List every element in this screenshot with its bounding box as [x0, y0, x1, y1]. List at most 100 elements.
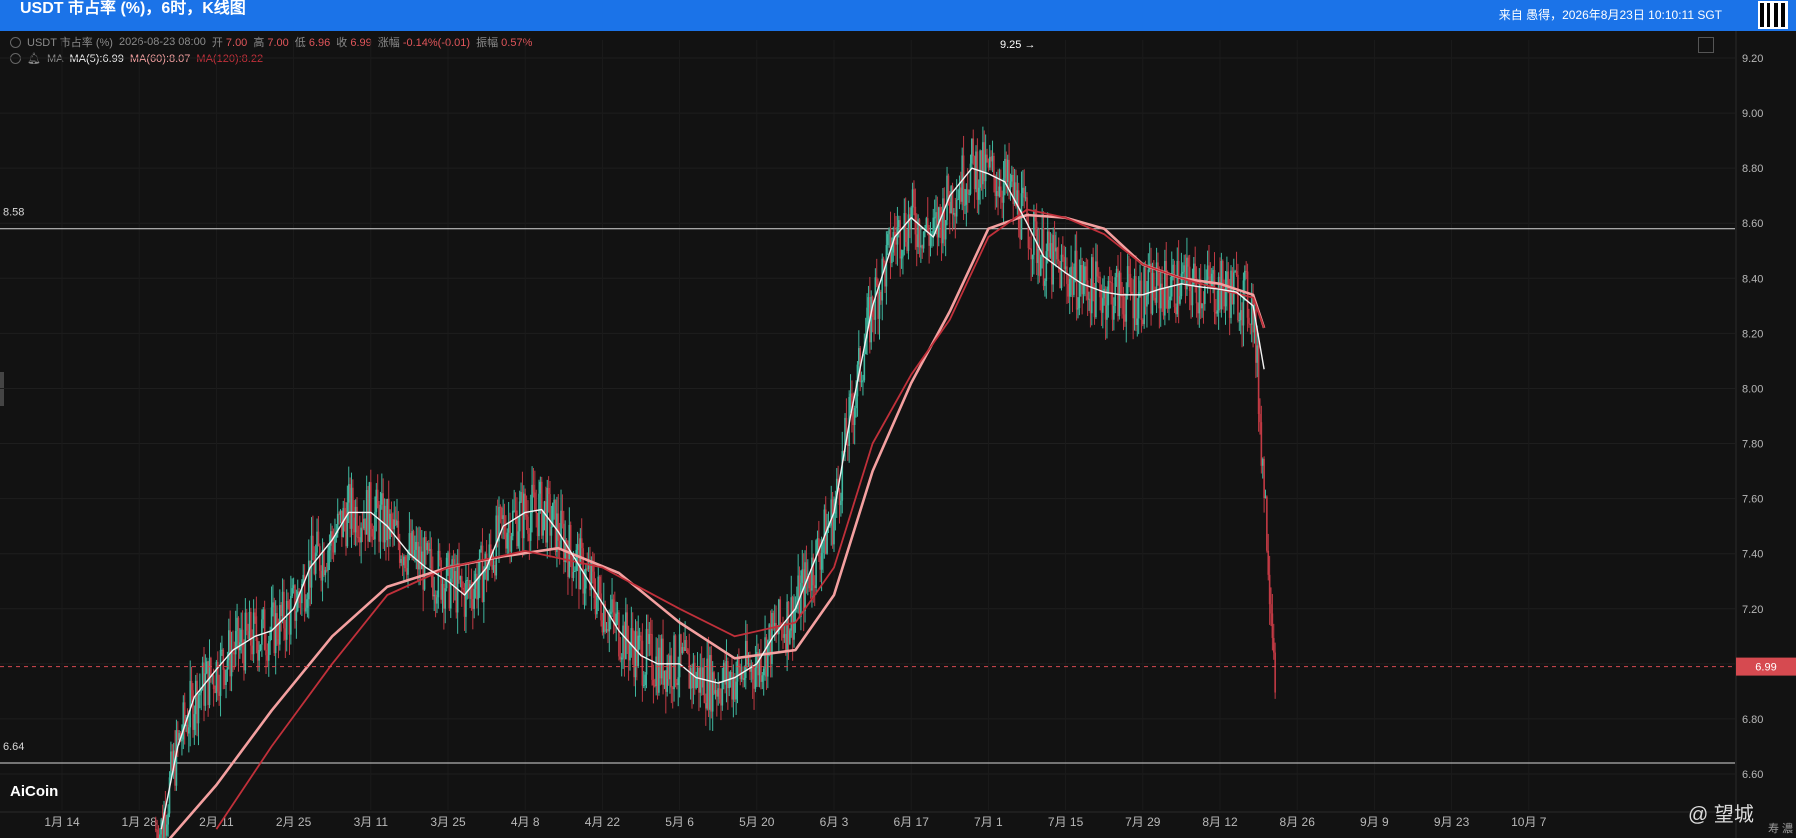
candle-body — [255, 616, 258, 641]
candle-body — [1246, 271, 1249, 318]
candle-body — [979, 150, 981, 188]
candle-body — [456, 563, 459, 613]
candle-body — [538, 493, 540, 537]
candle-body — [1191, 284, 1194, 306]
candle-body — [611, 599, 613, 612]
candle-body — [339, 510, 342, 515]
candle-body — [509, 521, 511, 552]
candle-body — [1102, 298, 1104, 313]
candle-body — [370, 482, 372, 529]
candlestick-chart[interactable]: 9.20 9.00 8.80 8.60 8.40 8.20 8.00 7.80 7.60 7.40… — [0, 0, 1796, 838]
candle-body — [801, 569, 804, 583]
candle-body — [787, 601, 790, 644]
candle-body — [226, 660, 229, 670]
candle-body — [676, 682, 678, 686]
candle-body — [626, 612, 629, 642]
candle-body — [855, 396, 857, 409]
y-tick-label: 7.40 — [1742, 549, 1763, 561]
candle-body — [480, 545, 482, 550]
candle-body — [994, 175, 997, 197]
candle-body — [651, 634, 653, 680]
candle-body — [658, 647, 660, 693]
candle-body — [957, 198, 959, 200]
x-tick-label: 7月 29 — [1125, 815, 1161, 829]
candle-body — [352, 487, 354, 518]
candle-body — [1084, 266, 1086, 283]
candle-body — [993, 155, 995, 176]
candle-body — [1151, 272, 1154, 314]
x-tick-label: 1月 28 — [122, 815, 158, 829]
candle-body — [601, 620, 604, 633]
candle-body — [1048, 231, 1050, 258]
candle-body — [1257, 345, 1260, 415]
candle-body — [182, 702, 185, 740]
candle-body — [1261, 459, 1264, 466]
candle-body — [718, 688, 721, 700]
candle-body — [727, 661, 729, 689]
candle-body — [682, 646, 685, 651]
candle-body — [1129, 273, 1132, 292]
candle-body — [973, 156, 976, 190]
candle-body — [287, 600, 289, 608]
candle-body — [964, 204, 966, 206]
candle-body — [1267, 550, 1270, 575]
candle-body — [516, 510, 518, 547]
candle-body — [921, 245, 924, 249]
x-tick-label: 6月 3 — [820, 815, 849, 829]
candle-body — [933, 217, 936, 219]
candle-body — [716, 690, 718, 697]
candle-body — [427, 542, 430, 552]
candle-body — [419, 546, 422, 570]
candle-body — [983, 142, 986, 182]
x-tick-label: 4月 22 — [585, 815, 621, 829]
candle-body — [536, 512, 539, 537]
candle-body — [858, 348, 860, 365]
candle-body — [550, 526, 553, 536]
candle-body — [445, 557, 448, 589]
current-price-label: 6.99 — [1755, 662, 1776, 674]
candle-body — [523, 493, 525, 539]
candle-body — [218, 691, 220, 696]
candle-body — [783, 634, 786, 638]
candle-body — [237, 617, 240, 651]
candle-body — [167, 813, 169, 825]
candle-body — [378, 508, 380, 542]
candle-body — [853, 408, 856, 426]
candle-body — [398, 541, 401, 563]
candle-body — [1249, 323, 1252, 325]
candle-body — [207, 661, 209, 706]
candle-body — [768, 624, 771, 641]
candle-body — [394, 519, 397, 526]
candle-body — [1213, 270, 1216, 312]
candle-body — [473, 588, 475, 609]
candle-body — [1244, 270, 1246, 281]
candle-body — [662, 638, 664, 685]
candle-body — [1259, 414, 1261, 423]
candle-body — [324, 570, 327, 576]
candle-body — [1046, 231, 1049, 252]
candle-body — [389, 513, 391, 540]
candle-body — [265, 649, 267, 656]
candle-body — [1119, 272, 1122, 295]
candle-body — [405, 568, 408, 575]
candle-body — [717, 688, 719, 697]
candle-body — [902, 249, 904, 257]
candle-body — [408, 533, 411, 552]
candle-body — [997, 191, 999, 197]
candle-body — [432, 572, 434, 597]
candle-body — [929, 234, 932, 246]
candle-body — [739, 666, 742, 680]
candle-body — [680, 634, 682, 654]
candle-body — [159, 834, 161, 838]
candle-body — [545, 501, 547, 543]
candle-body — [710, 655, 713, 712]
candle-body — [1212, 270, 1214, 274]
candle-body — [1049, 243, 1052, 258]
candle-body — [988, 156, 991, 168]
candle-body — [625, 612, 627, 660]
candle-body — [318, 546, 321, 571]
candle-body — [430, 549, 433, 573]
candle-body — [598, 576, 601, 594]
candle-body — [1274, 652, 1276, 693]
candle-body — [494, 564, 496, 576]
